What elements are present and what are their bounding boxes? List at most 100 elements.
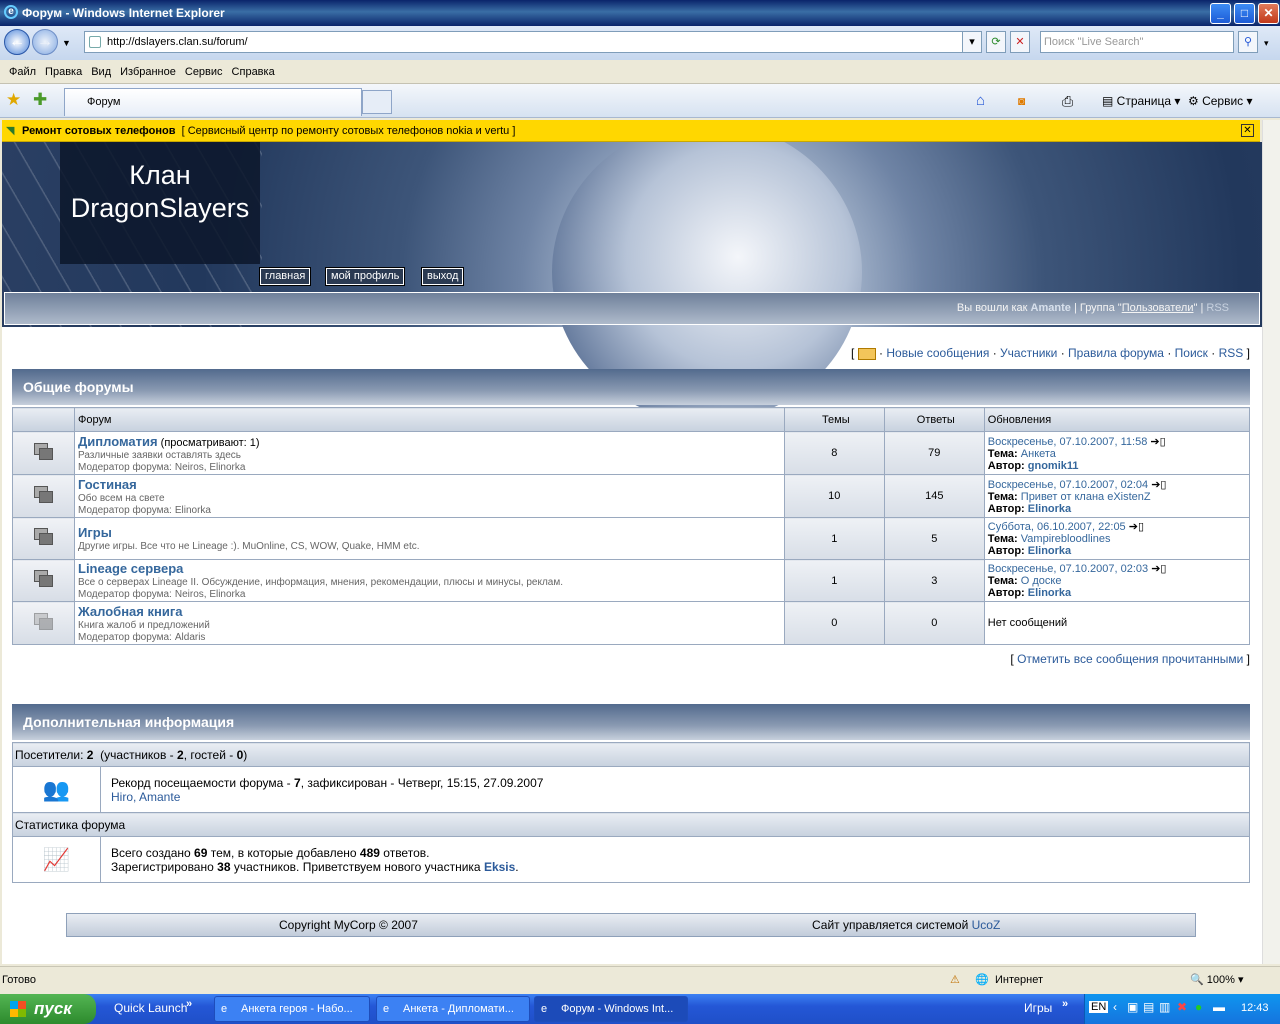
tools-menu[interactable]: ⚙ Сервис ▾ (1188, 84, 1253, 118)
task-button-3[interactable]: e Форум - Windows Int... (534, 996, 688, 1022)
author-link[interactable]: gnomik11 (1028, 460, 1079, 472)
close-button[interactable]: ✕ (1258, 3, 1279, 24)
mail-icon[interactable] (857, 347, 876, 360)
goto-last-icon[interactable]: ➔▯ (1129, 521, 1144, 533)
members-link[interactable]: Участники (1000, 346, 1057, 360)
moderator-links[interactable]: Neiros, Elinorka (175, 589, 246, 600)
goto-last-icon[interactable]: ➔▯ (1151, 563, 1166, 575)
author-link[interactable]: Elinorka (1028, 503, 1071, 515)
tab-forum[interactable]: Форум (64, 88, 362, 116)
forum-title-link[interactable]: Дипломатия (78, 434, 158, 449)
moderator-label: Модератор форума: (78, 589, 172, 600)
forum-title-link[interactable]: Lineage сервера (78, 561, 183, 576)
clock[interactable]: 12:43 (1241, 1002, 1269, 1014)
stop-icon[interactable]: ✕ (1010, 31, 1030, 53)
app-tray-icon[interactable]: ▥ (1159, 1000, 1170, 1014)
rules-link[interactable]: Правила форума (1068, 346, 1164, 360)
record-users-links[interactable]: Hiro, Amante (111, 790, 180, 804)
forum-title-link[interactable]: Жалобная книга (78, 604, 182, 619)
topic-label: Тема: (987, 490, 1018, 503)
rss-link[interactable]: RSS (1219, 346, 1244, 360)
forum-title-link[interactable]: Игры (78, 525, 112, 540)
history-dropdown-icon[interactable]: ▼ (62, 38, 71, 48)
games-toolbar-label[interactable]: Игры (1024, 1001, 1052, 1015)
tray-arrow-icon[interactable]: ‹ (1113, 1000, 1117, 1014)
search-link[interactable]: Поиск (1175, 346, 1208, 360)
network-icon[interactable]: ▣ (1127, 1000, 1138, 1014)
moderator-links[interactable]: Aldaris (175, 632, 206, 643)
zoom-control[interactable]: 🔍 100% ▾ (1190, 967, 1243, 993)
address-toolbar: ← → ▼ http://dslayers.clan.su/forum/ ▾ ⟳… (0, 26, 1280, 60)
quick-launch-label[interactable]: Quick Launch (114, 1001, 187, 1015)
rss-feed-icon[interactable]: ◙ (1018, 84, 1025, 118)
nav-profile-button[interactable]: мой профиль (324, 267, 406, 286)
print-icon[interactable]: ⎙ (1062, 84, 1073, 118)
search-options-icon[interactable]: ▾ (1264, 38, 1269, 49)
ie-icon: e (383, 1003, 390, 1015)
info-bar-close-icon[interactable]: ✕ (1241, 124, 1254, 137)
stats-posts: 489 (359, 845, 380, 860)
topic-link[interactable]: Привет от клана eXistenZ (1021, 491, 1151, 503)
menu-view[interactable]: Вид (91, 60, 120, 84)
address-input[interactable]: http://dslayers.clan.su/forum/ (84, 31, 964, 53)
refresh-icon[interactable]: ⟳ (986, 31, 1006, 53)
antivirus-icon[interactable]: ✖ (1177, 1000, 1187, 1014)
header-rss-link[interactable]: RSS (1206, 302, 1229, 314)
security-icon[interactable]: ⚠ (950, 967, 960, 993)
menu-favorites[interactable]: Избранное (120, 60, 185, 84)
language-indicator[interactable]: EN (1089, 1001, 1109, 1013)
ucoz-link[interactable]: UcoZ (972, 918, 1001, 932)
search-icon[interactable]: ⚲ (1238, 31, 1258, 53)
info-bar[interactable]: ◥ Ремонт сотовых телефонов [ Сервисный ц… (2, 120, 1260, 142)
moderator-links[interactable]: Neiros, Elinorka (175, 462, 246, 473)
goto-last-icon[interactable]: ➔▯ (1151, 479, 1166, 491)
moderator-links[interactable]: Elinorka (175, 505, 211, 516)
forum-title-link[interactable]: Гостиная (78, 477, 137, 492)
group-link[interactable]: Пользователи (1122, 302, 1194, 314)
maximize-button[interactable]: □ (1234, 3, 1255, 24)
back-button[interactable]: ← (4, 29, 30, 55)
members-label: (участников - (100, 747, 174, 762)
topic-link[interactable]: О доске (1021, 575, 1062, 587)
start-button[interactable]: пуск (0, 994, 96, 1024)
task-button-1[interactable]: e Анкета героя - Набо... (214, 996, 370, 1022)
forum-top-links: [ · Новые сообщения · Участники · Правил… (851, 346, 1250, 360)
new-messages-link[interactable]: Новые сообщения (886, 346, 989, 360)
menu-edit[interactable]: Правка (45, 60, 91, 84)
new-tab-button[interactable] (362, 90, 392, 114)
page-menu[interactable]: ▤ Страница ▾ (1102, 84, 1180, 118)
add-favorite-icon[interactable]: ✚ (33, 90, 47, 110)
quick-launch-chevron-icon[interactable]: » (186, 998, 192, 1010)
username-link[interactable]: Amante (1031, 302, 1071, 314)
forward-button[interactable]: → (32, 29, 58, 55)
bracket-open: [ (1010, 652, 1014, 666)
favorites-star-icon[interactable]: ★ (6, 90, 21, 110)
newest-user-link[interactable]: Eksis (484, 860, 515, 874)
vertical-scrollbar[interactable] (1262, 120, 1280, 964)
messenger-icon[interactable]: ● (1195, 1000, 1202, 1014)
author-link[interactable]: Elinorka (1028, 545, 1071, 557)
flag-icon[interactable]: ▬ (1213, 1000, 1225, 1014)
topic-label: Тема: (987, 533, 1018, 545)
search-input[interactable]: Поиск "Live Search" (1040, 31, 1234, 53)
stats-title: Статистика форума (12, 812, 1250, 837)
topic-link[interactable]: Vampirebloodlines (1021, 533, 1111, 545)
menu-help[interactable]: Справка (232, 60, 284, 84)
mark-all-read-link[interactable]: Отметить все сообщения прочитанными (1017, 652, 1243, 666)
topic-link[interactable]: Анкета (1021, 448, 1056, 460)
visitors-row: Посетители: 2 (участников - 2, гостей - … (12, 742, 1250, 767)
games-chevron-icon[interactable]: » (1062, 998, 1068, 1010)
address-dropdown-icon[interactable]: ▾ (962, 31, 982, 53)
nav-logout-button[interactable]: выход (420, 267, 465, 286)
nav-home-button[interactable]: главная (258, 267, 312, 286)
menu-tools[interactable]: Сервис (185, 60, 232, 84)
minimize-button[interactable]: _ (1210, 3, 1231, 24)
home-icon[interactable]: ⌂ (976, 84, 985, 118)
goto-last-icon[interactable]: ➔▯ (1150, 436, 1165, 448)
monitor-icon[interactable]: ▤ (1143, 1000, 1154, 1014)
menu-file[interactable]: Файл (9, 60, 45, 84)
task-button-2[interactable]: e Анкета - Дипломати... (376, 996, 530, 1022)
author-link[interactable]: Elinorka (1028, 587, 1071, 599)
table-header-row: Форум Темы Ответы Обновления (12, 407, 1251, 432)
record-prefix: Рекорд посещаемости форума - (111, 775, 291, 790)
